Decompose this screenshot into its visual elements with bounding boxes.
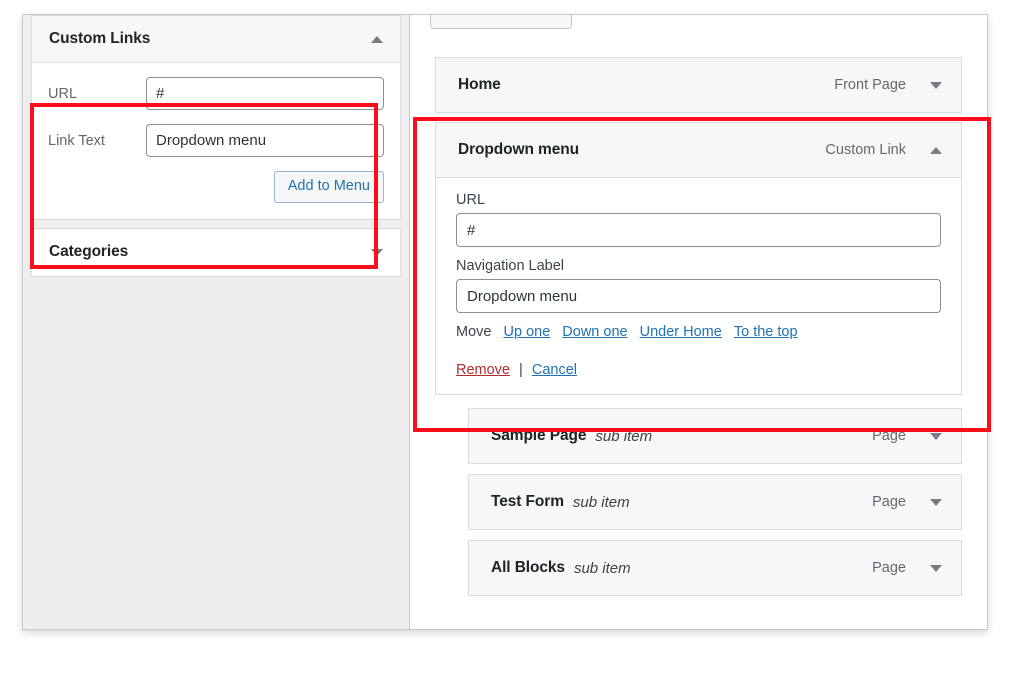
separator: | <box>519 362 523 378</box>
menu-item-all-blocks: All Blocks sub item Page <box>468 540 962 596</box>
menu-item-navigation-label-input[interactable] <box>456 279 941 313</box>
caret-down-icon[interactable] <box>371 248 383 256</box>
menu-item-type: Custom Link <box>825 142 906 158</box>
move-to-the-top-link[interactable]: To the top <box>734 324 798 340</box>
cancel-link[interactable]: Cancel <box>532 362 577 378</box>
caret-down-icon[interactable] <box>930 564 942 572</box>
menu-item-type: Front Page <box>834 77 906 93</box>
menu-item-title: Sample Page <box>491 427 587 444</box>
menu-item-sub-item-badge: sub item <box>573 559 631 577</box>
menu-item-header-home[interactable]: Home Front Page <box>436 58 961 112</box>
caret-up-icon[interactable] <box>371 35 383 43</box>
caret-down-icon[interactable] <box>930 498 942 506</box>
caret-up-icon[interactable] <box>930 146 942 154</box>
caret-down-icon[interactable] <box>930 432 942 440</box>
url-field-label: URL <box>456 192 486 208</box>
move-label: Move <box>456 324 492 340</box>
accordion-body-custom-links: URL Link Text Add to Menu <box>32 63 400 219</box>
move-under-home-link[interactable]: Under Home <box>640 324 722 340</box>
menu-structure-list: Home Front Page Dropdown menu Custom Lin… <box>410 15 987 395</box>
menu-structure-column: Home Front Page Dropdown menu Custom Lin… <box>410 15 987 629</box>
accordion-title-custom-links: Custom Links <box>49 30 151 47</box>
url-label: URL <box>48 85 78 102</box>
menu-item-type: Page <box>872 560 906 576</box>
menu-item-url-input[interactable] <box>456 213 941 247</box>
navigation-label-field-label: Navigation Label <box>456 258 565 274</box>
custom-links-actions: Add to Menu <box>48 171 384 203</box>
menu-item-sample-page: Sample Page sub item Page <box>468 408 962 464</box>
menu-item-title: Test Form <box>491 493 564 510</box>
screenshot-root: Custom Links URL Link Text Add to Menu <box>0 0 1024 677</box>
menu-item-type: Page <box>872 494 906 510</box>
link-text-input[interactable] <box>146 124 384 157</box>
move-up-one-link[interactable]: Up one <box>504 324 551 340</box>
menu-item-sub-item-badge: sub item <box>572 493 630 511</box>
partially-visible-input[interactable] <box>430 15 572 29</box>
menu-item-header-all-blocks[interactable]: All Blocks sub item Page <box>469 541 961 595</box>
menu-item-settings-panel: URL Navigation Label Move Up one Down on… <box>436 177 961 394</box>
menu-item-title: Dropdown menu <box>458 141 579 158</box>
menu-item-header-test-form[interactable]: Test Form sub item Page <box>469 475 961 529</box>
menu-item-title: All Blocks <box>491 559 565 576</box>
menu-item-test-form: Test Form sub item Page <box>468 474 962 530</box>
menu-item-dropdown-menu: Dropdown menu Custom Link URL Navigation… <box>435 122 962 395</box>
accordion-categories: Categories <box>31 227 401 277</box>
caret-down-icon[interactable] <box>930 81 942 89</box>
menu-item-header-sample-page[interactable]: Sample Page sub item Page <box>469 409 961 463</box>
accordion-header-categories[interactable]: Categories <box>32 228 400 276</box>
accordion-custom-links: Custom Links URL Link Text Add to Menu <box>31 15 401 220</box>
add-to-menu-button[interactable]: Add to Menu <box>273 171 384 203</box>
remove-cancel-row: Remove | Cancel <box>456 362 941 378</box>
menu-item-type: Page <box>872 428 906 444</box>
menu-item-home: Home Front Page <box>435 57 962 113</box>
menu-editor-card: Custom Links URL Link Text Add to Menu <box>22 14 988 630</box>
menu-item-title: Home <box>458 76 501 93</box>
move-links-row: Move Up one Down one Under Home To the t… <box>456 324 941 340</box>
remove-link[interactable]: Remove <box>456 362 510 378</box>
accordion-title-categories: Categories <box>49 243 129 260</box>
add-menu-items-column: Custom Links URL Link Text Add to Menu <box>23 15 410 629</box>
url-input[interactable] <box>146 77 384 110</box>
menu-item-sub-item-badge: sub item <box>595 427 653 445</box>
menu-sub-items-list: Sample Page sub item Page Test Form sub … <box>410 404 987 596</box>
menu-item-header-dropdown-menu[interactable]: Dropdown menu Custom Link <box>436 123 961 177</box>
field-row-url: URL <box>48 77 384 110</box>
field-row-link-text: Link Text <box>48 124 384 157</box>
link-text-label: Link Text <box>48 132 105 149</box>
accordion-header-custom-links[interactable]: Custom Links <box>32 16 400 63</box>
move-down-one-link[interactable]: Down one <box>562 324 627 340</box>
